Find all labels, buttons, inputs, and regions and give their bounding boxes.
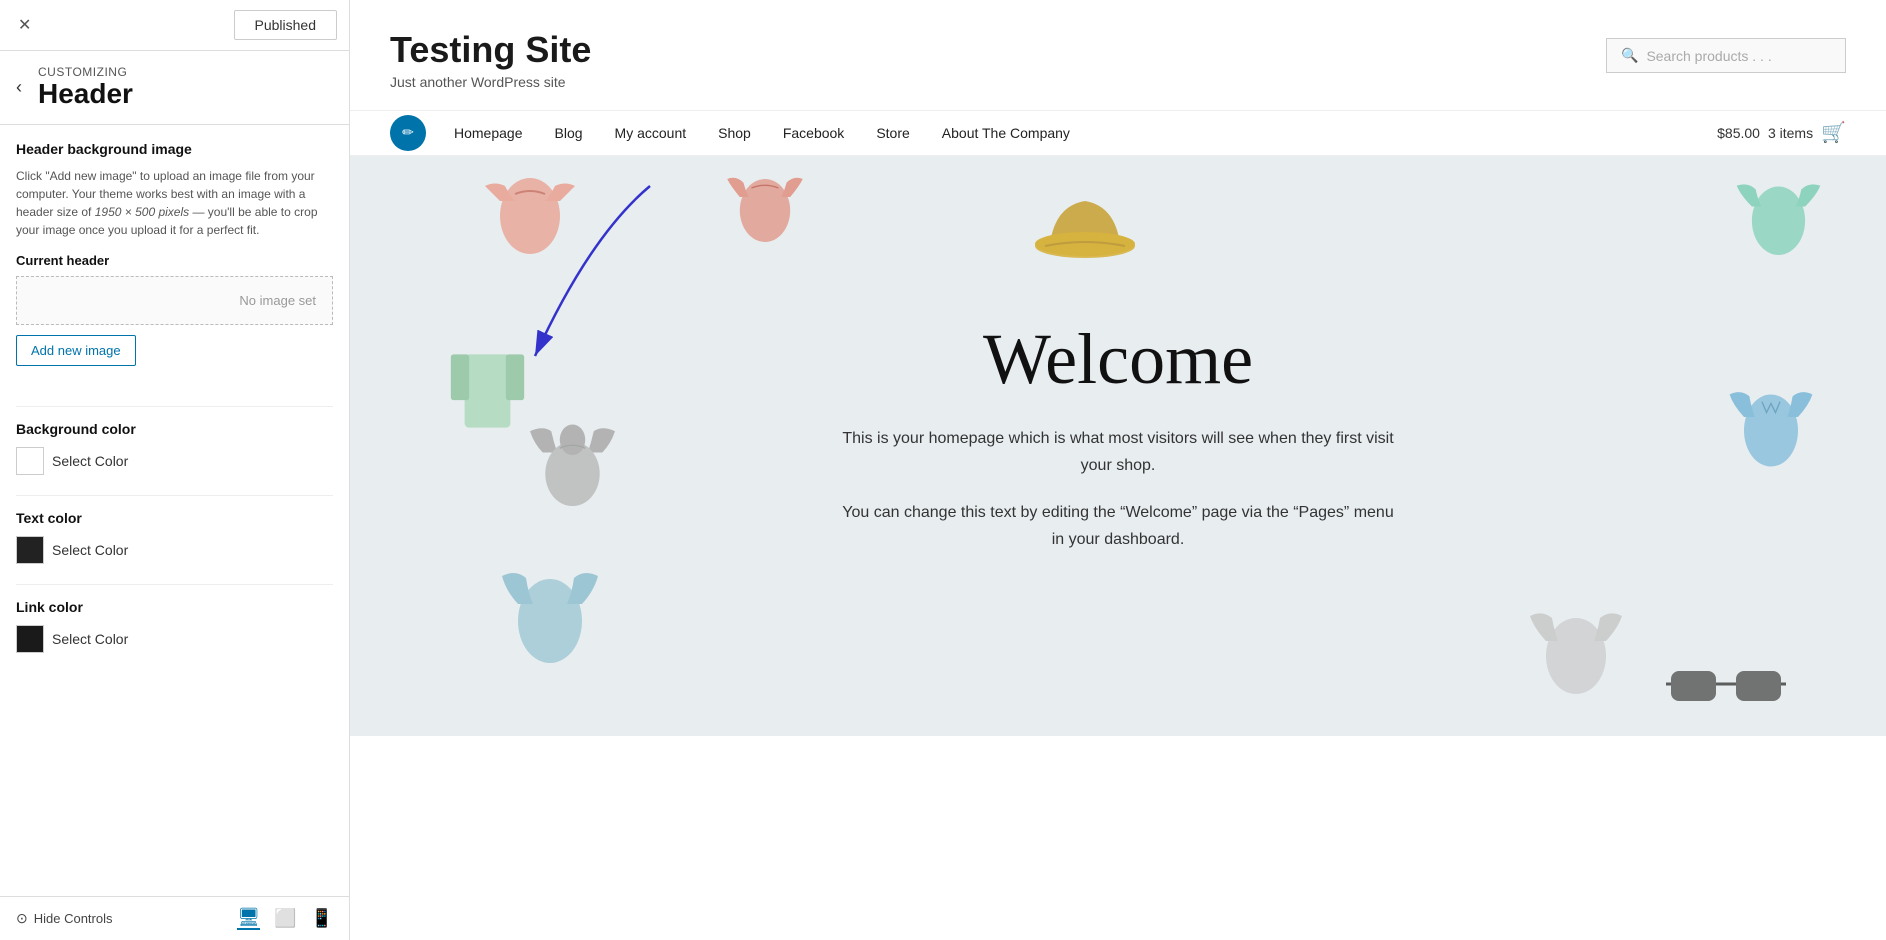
clothing-illustration-hoodie (530, 416, 615, 506)
site-navigation: ✏ Homepage Blog My account Shop Facebook… (350, 110, 1886, 156)
bg-image-description: Click "Add new image" to upload an image… (16, 167, 333, 239)
site-tagline: Just another WordPress site (390, 74, 591, 90)
current-header-label: Current header (16, 253, 333, 268)
customizing-label: Customizing (38, 65, 133, 79)
text-color-row: Select Color (16, 536, 333, 564)
header-title-label: Header (38, 79, 133, 110)
panel-header-text: Customizing Header (38, 65, 133, 110)
nav-link-myaccount[interactable]: My account (599, 111, 703, 155)
device-icons: 🖥 ⬜ 📱 (237, 907, 333, 930)
panel-top-bar: ✕ Published (0, 0, 349, 51)
clothing-illustration-3 (1731, 166, 1826, 266)
nav-link-facebook[interactable]: Facebook (767, 111, 860, 155)
link-color-row: Select Color (16, 625, 333, 653)
panel-footer: ⊙ Hide Controls 🖥 ⬜ 📱 (0, 896, 349, 940)
hero-text-2: You can change this text by editing the … (838, 499, 1398, 553)
close-button[interactable]: ✕ (12, 11, 37, 39)
hide-controls-label: Hide Controls (34, 911, 113, 926)
text-color-section: Text color Select Color (16, 510, 333, 564)
desktop-icon: 🖥 (237, 907, 260, 927)
clothing-illustration-1 (480, 166, 580, 266)
mobile-icon: 📱 (311, 908, 333, 928)
divider-3 (16, 584, 333, 585)
clothing-illustration-polo (1726, 376, 1816, 476)
hero-text-1: This is your homepage which is what most… (838, 425, 1398, 479)
site-header: Testing Site Just another WordPress site… (350, 0, 1886, 110)
pencil-icon: ✏ (402, 124, 414, 141)
divider-1 (16, 406, 333, 407)
clothing-illustration-2 (720, 161, 810, 251)
hide-controls-button[interactable]: ⊙ Hide Controls (16, 910, 113, 927)
nav-link-blog[interactable]: Blog (539, 111, 599, 155)
hero-section: Welcome This is your homepage which is w… (350, 156, 1886, 736)
published-button[interactable]: Published (234, 10, 338, 40)
nav-link-shop[interactable]: Shop (702, 111, 767, 155)
back-button[interactable]: ‹ (12, 73, 26, 102)
search-placeholder: Search products . . . (1646, 48, 1771, 64)
mobile-view-button[interactable]: 📱 (311, 907, 333, 930)
cart-amount: $85.00 (1717, 125, 1760, 141)
link-color-swatch[interactable] (16, 625, 44, 653)
cart-items: 3 items (1768, 125, 1813, 141)
clothing-illustration-4 (440, 336, 535, 446)
bg-color-section: Background color Select Color (16, 421, 333, 475)
nav-link-homepage[interactable]: Homepage (438, 111, 539, 155)
desktop-view-button[interactable]: 🖥 (237, 907, 260, 930)
search-icon: 🔍 (1621, 47, 1638, 64)
bg-image-title: Header background image (16, 141, 333, 157)
panel-header: ‹ Customizing Header (0, 51, 349, 125)
nav-link-about[interactable]: About The Company (926, 111, 1086, 155)
divider-2 (16, 495, 333, 496)
preview-inner: Testing Site Just another WordPress site… (350, 0, 1886, 940)
add-new-image-button[interactable]: Add new image (16, 335, 136, 366)
text-select-color-button[interactable]: Select Color (52, 542, 128, 558)
nav-link-store[interactable]: Store (860, 111, 925, 155)
bg-select-color-button[interactable]: Select Color (52, 453, 128, 469)
tablet-view-button[interactable]: ⬜ (274, 907, 296, 930)
cart-icon: 🛒 (1821, 120, 1846, 145)
clothing-illustration-5 (500, 556, 600, 676)
site-name: Testing Site (390, 30, 591, 70)
hero-title: Welcome (983, 318, 1253, 401)
site-preview: Testing Site Just another WordPress site… (350, 0, 1886, 940)
link-color-section: Link color Select Color (16, 599, 333, 653)
link-select-color-button[interactable]: Select Color (52, 631, 128, 647)
text-color-swatch[interactable] (16, 536, 44, 564)
bg-image-section: Header background image Click "Add new i… (16, 141, 333, 386)
bg-color-row: Select Color (16, 447, 333, 475)
customizer-panel: ✕ Published ‹ Customizing Header Header … (0, 0, 350, 940)
clothing-illustration-sunglasses (1666, 656, 1786, 716)
edit-nav-button[interactable]: ✏ (390, 115, 426, 151)
cart-area: $85.00 3 items 🛒 (1717, 120, 1846, 145)
clothing-illustration-shirt2 (1526, 596, 1626, 706)
site-title-area: Testing Site Just another WordPress site (390, 30, 591, 90)
clothing-illustration-hat (1030, 186, 1140, 266)
tablet-icon: ⬜ (274, 908, 296, 928)
bg-color-title: Background color (16, 421, 333, 437)
no-image-box: No image set (16, 276, 333, 325)
panel-content: Header background image Click "Add new i… (0, 125, 349, 896)
no-image-label: No image set (239, 293, 316, 308)
text-color-title: Text color (16, 510, 333, 526)
hide-controls-circle-icon: ⊙ (16, 910, 28, 927)
search-box[interactable]: 🔍 Search products . . . (1606, 38, 1846, 73)
bg-color-swatch[interactable] (16, 447, 44, 475)
link-color-title: Link color (16, 599, 333, 615)
